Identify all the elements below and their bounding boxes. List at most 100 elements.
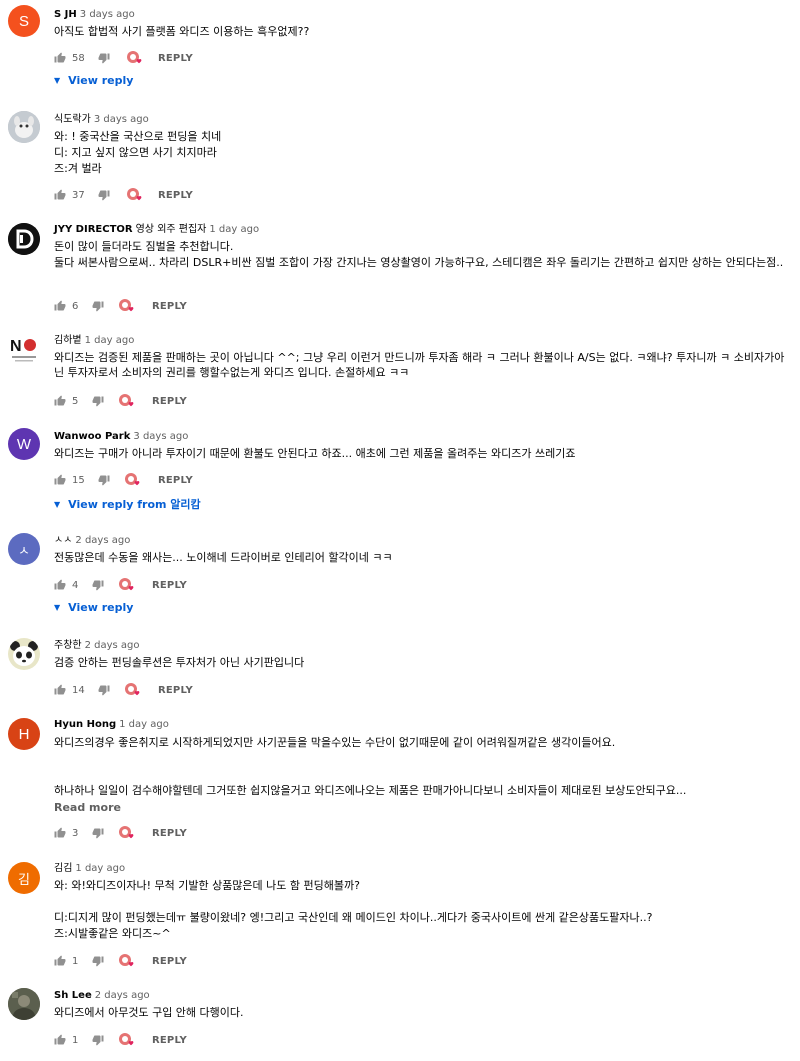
author-name[interactable]: ㅅㅅ (54, 535, 72, 546)
like-button[interactable] (54, 472, 66, 488)
timestamp[interactable]: 1 day ago (119, 719, 169, 730)
reply-button[interactable]: REPLY (152, 577, 187, 593)
author-name[interactable]: 김하볕 (54, 335, 82, 346)
creator-heart-badge (126, 50, 144, 66)
creator-heart-badge (118, 393, 136, 409)
heart-icon (119, 394, 134, 407)
dislike-button[interactable] (98, 187, 110, 203)
comment-text: 돈이 많이 들더라도 짐벌을 추천합니다. (54, 240, 234, 253)
panda-avatar-icon (8, 638, 40, 670)
like-button[interactable] (54, 682, 66, 698)
like-button[interactable] (54, 825, 66, 841)
timestamp[interactable]: 1 day ago (209, 224, 259, 235)
like-button[interactable] (54, 577, 66, 593)
thumbs-down-icon (92, 580, 104, 591)
timestamp[interactable]: 2 days ago (95, 990, 150, 1001)
view-replies-label: View reply from 알리캄 (68, 498, 201, 511)
avatar[interactable]: H (8, 718, 40, 750)
view-replies-toggle[interactable]: ▼ View reply from 알리캄 (54, 496, 201, 512)
avatar[interactable] (8, 223, 40, 255)
avatar[interactable]: 김 (8, 862, 40, 894)
thumbs-down-icon (98, 53, 110, 64)
comment-header: Sh Lee 2 days ago (54, 989, 150, 1002)
like-button[interactable] (54, 50, 66, 66)
comment-header: S JH 3 days ago (54, 8, 135, 21)
comment-header: Hyun Hong 1 day ago (54, 718, 169, 731)
comment-actions: 5 REPLY (54, 393, 454, 409)
comment-text: 둘다 써본사람으로써.. 차라리 DSLR+비싼 짐벌 조합이 가장 간지나는 … (54, 256, 784, 269)
thumbs-down-icon (92, 396, 104, 407)
heart-icon (119, 1033, 134, 1046)
channel-logo-icon (8, 223, 40, 255)
avatar[interactable] (8, 111, 40, 143)
avatar[interactable]: N (8, 333, 40, 365)
author-name[interactable]: Hyun Hong (54, 719, 116, 730)
dislike-button[interactable] (92, 953, 104, 969)
reply-button[interactable]: REPLY (158, 50, 193, 66)
heart-icon (119, 578, 134, 591)
like-button[interactable] (54, 298, 66, 314)
avatar[interactable] (8, 638, 40, 670)
author-name[interactable]: 김김 (54, 863, 72, 874)
timestamp[interactable]: 3 days ago (94, 114, 149, 125)
reply-button[interactable]: REPLY (152, 298, 187, 314)
dislike-button[interactable] (92, 298, 104, 314)
read-more-link[interactable]: Read more (54, 801, 121, 814)
timestamp[interactable]: 3 days ago (133, 431, 188, 442)
comment-actions: 37 REPLY (54, 187, 454, 203)
reply-button[interactable]: REPLY (158, 472, 193, 488)
timestamp[interactable]: 2 days ago (75, 535, 130, 546)
like-count: 15 (72, 474, 85, 486)
dislike-button[interactable] (92, 393, 104, 409)
timestamp[interactable]: 2 days ago (85, 640, 140, 651)
timestamp[interactable]: 3 days ago (80, 9, 135, 20)
author-name[interactable]: Sh Lee (54, 990, 92, 1001)
author-name[interactable]: Wanwoo Park (54, 431, 130, 442)
comment-text: 와디즈는 검증된 제품을 판매하는 곳이 아닙니다 ^^; 그냥 우리 이런거 … (54, 351, 785, 379)
dislike-button[interactable] (98, 682, 110, 698)
reply-button[interactable]: REPLY (152, 825, 187, 841)
caret-down-icon: ▼ (54, 76, 61, 85)
avatar[interactable]: W (8, 428, 40, 460)
view-replies-toggle[interactable]: ▼ View reply (54, 601, 133, 614)
comment-text: 검증 안하는 펀딩솔루션은 투자처가 아닌 사기판입니다 (54, 656, 305, 669)
thumbs-down-icon (92, 828, 104, 839)
thumbs-up-icon (54, 955, 66, 966)
svg-text:N: N (10, 338, 22, 355)
dislike-button[interactable] (92, 577, 104, 593)
dislike-button[interactable] (98, 472, 110, 488)
comment-header: 주창한 2 days ago (54, 639, 140, 652)
author-name[interactable]: 주창한 (54, 640, 82, 651)
author-name[interactable]: 식도락가 (54, 114, 91, 125)
creator-heart-badge (124, 472, 142, 488)
reply-button[interactable]: REPLY (158, 682, 193, 698)
heart-icon (127, 188, 142, 201)
thumbs-down-icon (98, 685, 110, 696)
reply-button[interactable]: REPLY (152, 953, 187, 969)
author-name[interactable]: S JH (54, 9, 77, 20)
comment-text: 아직도 합법적 사기 플랫폼 와디즈 이용하는 흑우없제?? (54, 25, 310, 38)
comment-text: 즈:겨 벌라 (54, 162, 102, 175)
timestamp[interactable]: 1 day ago (85, 335, 135, 346)
heart-icon (119, 954, 134, 967)
like-button[interactable] (54, 393, 66, 409)
like-button[interactable] (54, 953, 66, 969)
view-replies-toggle[interactable]: ▼ View reply (54, 74, 133, 87)
like-button[interactable] (54, 187, 66, 203)
avatar[interactable]: S (8, 5, 40, 37)
dislike-button[interactable] (92, 825, 104, 841)
timestamp[interactable]: 1 day ago (75, 863, 125, 874)
thumbs-up-icon (54, 395, 66, 406)
avatar[interactable] (8, 988, 40, 1020)
comment-text: 와: ! 중국산을 국산으로 펀딩을 치네 (54, 130, 222, 143)
reply-button[interactable]: REPLY (152, 1032, 187, 1048)
comment-text: 즈:시발좋같은 와디즈~^ (54, 927, 171, 940)
dislike-button[interactable] (92, 1032, 104, 1048)
caret-down-icon: ▼ (54, 499, 61, 509)
author-name[interactable]: JYY DIRECTOR (54, 224, 133, 235)
reply-button[interactable]: REPLY (158, 187, 193, 203)
reply-button[interactable]: REPLY (152, 393, 187, 409)
avatar[interactable]: ㅅ (8, 533, 40, 565)
dislike-button[interactable] (98, 50, 110, 66)
like-button[interactable] (54, 1032, 66, 1048)
